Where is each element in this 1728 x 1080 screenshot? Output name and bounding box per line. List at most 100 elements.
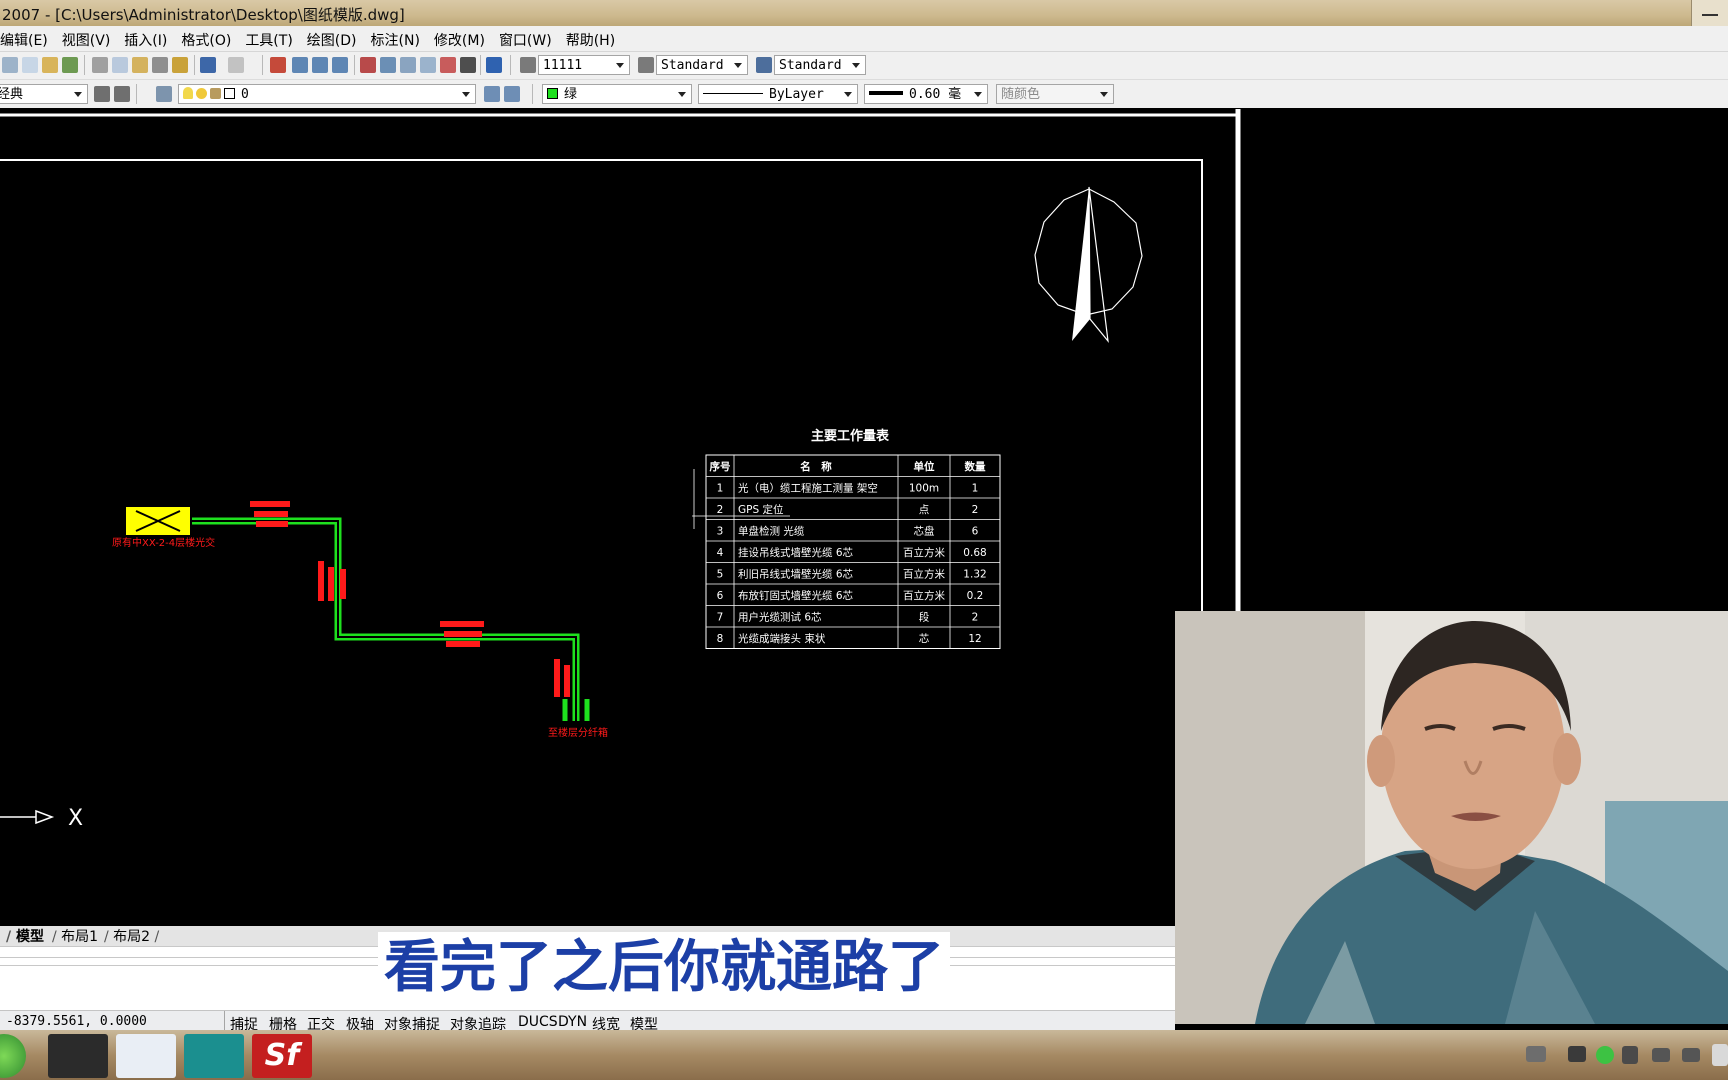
workspace-select[interactable]: 经典 — [0, 84, 88, 104]
menu-modify[interactable]: 修改(M) — [427, 26, 492, 51]
right-viewport — [1244, 109, 1728, 611]
cloud-app-icon[interactable] — [116, 1034, 176, 1078]
chevron-down-icon — [847, 56, 865, 74]
design-center-icon[interactable] — [380, 57, 396, 73]
plotstyle-value: 随颜色 — [1001, 87, 1041, 102]
menu-view[interactable]: 视图(V) — [55, 26, 118, 51]
cut-icon[interactable] — [92, 57, 108, 73]
open-icon[interactable] — [2, 57, 18, 73]
linetype-preview-icon — [703, 93, 763, 94]
table-style-select[interactable]: Standard — [774, 55, 866, 75]
layer-previous-icon[interactable] — [504, 86, 520, 102]
zoom-previous-icon[interactable] — [332, 57, 348, 73]
table-cell: 利旧吊线式墙壁光缆 6芯 — [738, 568, 853, 581]
plotstyle-select[interactable]: 随颜色 — [996, 84, 1114, 104]
color-select[interactable]: 绿 — [542, 84, 692, 104]
lineweight-select[interactable]: 0.60 毫 — [864, 84, 988, 104]
menu-edit[interactable]: 编辑(E) — [0, 26, 55, 51]
sheet-set-icon[interactable] — [420, 57, 436, 73]
keyboard-tray-icon[interactable] — [1526, 1046, 1546, 1062]
fiber-route — [192, 517, 590, 721]
video-tray-icon[interactable] — [1568, 1046, 1586, 1062]
linetype-select[interactable]: ByLayer — [698, 84, 858, 104]
dyn-button[interactable]: DYN — [558, 1014, 587, 1030]
table-cell: 1 — [972, 483, 979, 495]
layers-toolbar: 经典 0 绿 ByLayer 0.60 毫 随颜色 — [0, 80, 1728, 108]
workspace-settings-icon[interactable] — [94, 86, 110, 102]
layer-select[interactable]: 0 — [178, 84, 476, 104]
tab-layout1-label: 布局1 — [61, 929, 99, 945]
chevron-down-icon — [839, 85, 857, 103]
zoom-realtime-icon[interactable] — [292, 57, 308, 73]
autocad-app-icon[interactable] — [184, 1034, 244, 1078]
webcam-image — [1175, 611, 1728, 1024]
table-cell: GPS 定位 — [738, 503, 784, 516]
table-cell: 光（电）缆工程施工测量 架空 — [738, 482, 878, 495]
optical-box — [126, 507, 190, 535]
calculator-icon[interactable] — [460, 57, 476, 73]
pan-icon[interactable] — [270, 57, 286, 73]
zoom-window-icon[interactable] — [312, 57, 328, 73]
tab-model[interactable]: / 模型 — [6, 928, 44, 946]
paste-icon[interactable] — [132, 57, 148, 73]
sf-app-icon[interactable]: Sf — [252, 1034, 312, 1078]
text-style-select[interactable]: 11111 — [538, 55, 630, 75]
tab-layout1[interactable]: / 布局1 — [52, 928, 98, 946]
minimize-button[interactable] — [1691, 0, 1728, 26]
chevron-down-icon — [673, 85, 691, 103]
color-swatch-icon — [547, 88, 558, 99]
menu-dimension[interactable]: 标注(N) — [364, 26, 427, 51]
video-subtitle: 看完了之后你就通路了 — [378, 932, 950, 1008]
make-current-layer-icon[interactable] — [484, 86, 500, 102]
standard-toolbar: 11111 Standard Standard — [0, 52, 1728, 80]
table-cell: 挂设吊线式墙壁光缆 6芯 — [738, 546, 853, 559]
wifi-tray-icon[interactable] — [1652, 1048, 1670, 1062]
menu-draw[interactable]: 绘图(D) — [300, 26, 364, 51]
ucs-x-label: X — [68, 806, 83, 831]
menu-window[interactable]: 窗口(W) — [492, 26, 559, 51]
volume-tray-icon[interactable] — [1682, 1048, 1700, 1062]
tab-layout2[interactable]: / 布局2 / — [104, 928, 159, 946]
show-desktop-button[interactable] — [1712, 1044, 1728, 1066]
redo-icon[interactable] — [228, 57, 244, 73]
layer-value: 0 — [241, 87, 249, 102]
markup-icon[interactable] — [440, 57, 456, 73]
camera-app-icon[interactable] — [48, 1034, 108, 1078]
match-properties-icon[interactable] — [152, 57, 168, 73]
properties-icon[interactable] — [360, 57, 376, 73]
network-status-icon[interactable] — [1596, 1046, 1614, 1064]
workspace-save-icon[interactable] — [114, 86, 130, 102]
table-cell: 8 — [717, 633, 724, 645]
menu-format[interactable]: 格式(O) — [174, 26, 238, 51]
table-cell: 单盘检测 光缆 — [738, 525, 805, 538]
print-icon[interactable] — [42, 57, 58, 73]
tab-model-label: 模型 — [16, 929, 44, 945]
dim-style-select[interactable]: Standard — [656, 55, 748, 75]
ducs-button[interactable]: DUCS — [518, 1014, 558, 1030]
sun-icon — [196, 88, 207, 99]
power-tray-icon[interactable] — [1622, 1046, 1638, 1064]
menu-tools[interactable]: 工具(T) — [238, 26, 299, 51]
title-bar: 2007 - [C:\Users\Administrator\Desktop\图… — [0, 0, 1728, 26]
work-table: 序号名 称单位 数量1 光（电）缆工程施工测量 架空 100m 12 GPS 定位点 23 单… — [705, 454, 1001, 649]
lineweight-value: 0.60 毫 — [909, 87, 962, 102]
menu-insert[interactable]: 插入(I) — [117, 26, 174, 51]
table-header-cell: 序号 — [710, 460, 731, 473]
tool-palettes-icon[interactable] — [400, 57, 416, 73]
publish-icon[interactable] — [62, 57, 78, 73]
block-editor-icon[interactable] — [172, 57, 188, 73]
layer-manager-icon[interactable] — [156, 86, 172, 102]
table-header-cell: 单位 — [914, 460, 935, 473]
undo-icon[interactable] — [200, 57, 216, 73]
save-icon[interactable] — [22, 57, 38, 73]
table-cell: 0.2 — [967, 590, 984, 602]
help-icon[interactable] — [486, 57, 502, 73]
copy-icon[interactable] — [112, 57, 128, 73]
table-header-cell: 数量 — [964, 460, 986, 473]
chevron-down-icon — [1095, 85, 1113, 103]
menu-help[interactable]: 帮助(H) — [559, 26, 622, 51]
table-cell: 百立方米 — [903, 589, 945, 602]
layer-color-icon — [224, 88, 235, 99]
chevron-down-icon — [729, 56, 747, 74]
table-cell: 芯 — [919, 632, 930, 645]
